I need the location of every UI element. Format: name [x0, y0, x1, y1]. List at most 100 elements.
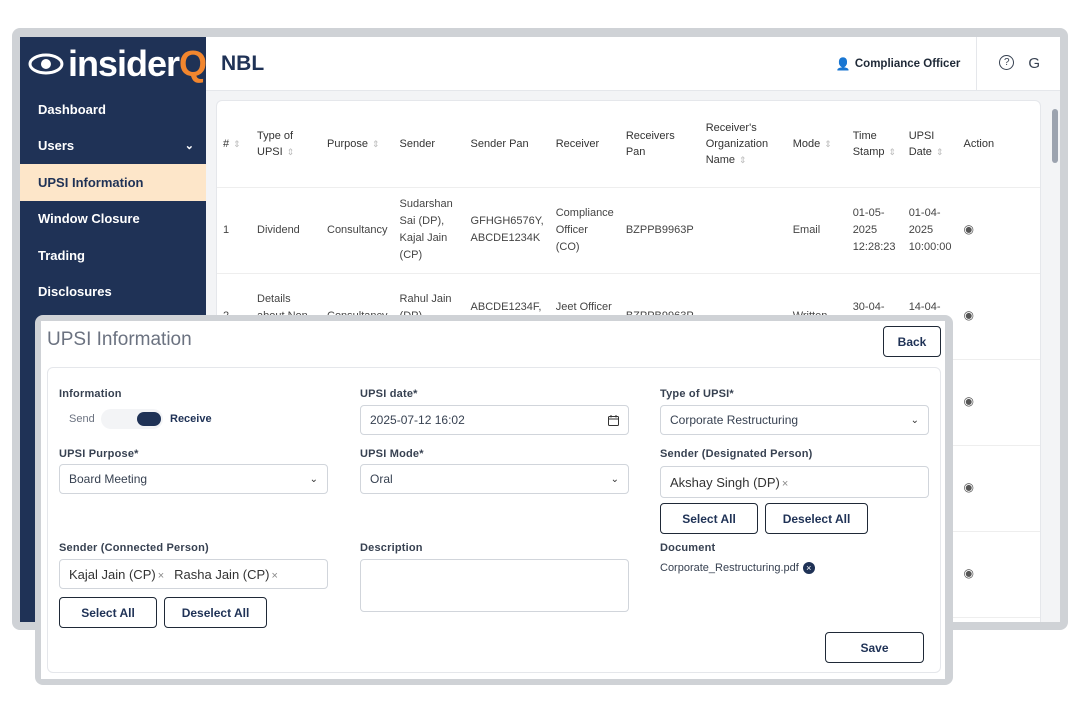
sidebar-item-users[interactable]: Users ⌄: [20, 128, 206, 165]
sender-dp-tag: Akshay Singh (DP) ×: [670, 474, 789, 490]
sidebar-item-label: Window Closure: [38, 211, 140, 227]
sidebar-item-label: Trading: [38, 247, 85, 263]
remove-tag-icon[interactable]: ×: [158, 570, 164, 582]
sender-dp-label: Sender (Designated Person): [660, 448, 813, 460]
sidebar-item-label: Users: [38, 138, 75, 154]
user-icon: 👤: [835, 56, 851, 71]
description-textarea[interactable]: [360, 559, 629, 612]
user-menu[interactable]: 👤 Compliance Officer: [835, 37, 978, 91]
cell-sender: Sudarshan Sai (DP), Kajal Jain (CP): [393, 187, 465, 274]
cell-number: 1: [217, 187, 251, 274]
information-label: Information: [59, 388, 122, 400]
eye-logo-icon: [28, 53, 64, 75]
sidebar-item-upsi-information[interactable]: UPSI Information: [20, 164, 206, 201]
document-label: Document: [660, 542, 716, 554]
deselect-all-cp-button[interactable]: Deselect All: [164, 597, 267, 628]
view-icon[interactable]: ◉: [964, 222, 974, 236]
cell-action: ◉: [957, 187, 1040, 274]
sidebar-item-label: Dashboard: [38, 101, 106, 117]
view-icon[interactable]: ◉: [964, 566, 974, 580]
upsi-date-value: 2025-07-12 16:02: [370, 413, 465, 427]
logo-text: insider: [67, 43, 180, 84]
chevron-down-icon: ⌄: [184, 140, 194, 153]
col-mode[interactable]: Mode ⇕: [786, 101, 847, 188]
description-label: Description: [360, 542, 423, 554]
cell-sender-pan: GFHGH6576Y, ABCDE1234K: [464, 187, 550, 274]
back-button[interactable]: Back: [883, 326, 941, 357]
sender-cp-label: Sender (Connected Person): [59, 542, 209, 554]
cell-time-stamp: 01-05-2025 12:28:23: [846, 187, 903, 274]
logout-icon[interactable]: G: [1028, 55, 1040, 72]
page-title: NBL: [221, 51, 265, 75]
col-sender-pan: Sender Pan: [464, 101, 550, 188]
calendar-icon[interactable]: [608, 414, 619, 426]
sidebar-item-label: UPSI Information: [38, 174, 144, 190]
col-receiver: Receiver: [549, 101, 620, 188]
sidebar-item-dashboard[interactable]: Dashboard: [20, 91, 206, 128]
cell-mode: Email: [786, 187, 847, 274]
chevron-down-icon: ⌄: [610, 473, 619, 485]
chevron-down-icon: ⌄: [309, 473, 318, 485]
cell-action: ◉: [957, 273, 1040, 360]
user-role: Compliance Officer: [854, 57, 961, 70]
type-of-upsi-value: Corporate Restructuring: [670, 413, 799, 427]
toggle-knob: [137, 412, 161, 426]
col-sender: Sender: [393, 101, 465, 188]
sender-dp-multiselect[interactable]: Akshay Singh (DP) ×: [660, 466, 929, 498]
upsi-mode-value: Oral: [370, 472, 393, 486]
sidebar-item-label: Disclosures: [38, 284, 112, 300]
cell-receiver: Compliance Officer (CO): [549, 187, 620, 274]
view-icon[interactable]: ◉: [964, 394, 974, 408]
view-icon[interactable]: ◉: [964, 480, 974, 494]
view-icon[interactable]: ◉: [964, 308, 974, 322]
upsi-purpose-select[interactable]: Board Meeting ⌄: [59, 464, 328, 494]
cell-purpose: Consultancy: [321, 187, 394, 274]
col-action: Action: [957, 101, 1040, 188]
chevron-down-icon: ⌄: [910, 414, 919, 426]
scrollbar[interactable]: [1052, 109, 1058, 163]
upsi-date-input[interactable]: 2025-07-12 16:02: [360, 405, 629, 435]
col-upsi-date[interactable]: UPSI Date ⇕: [902, 101, 958, 188]
select-all-dp-button[interactable]: Select All: [660, 503, 758, 534]
table-row: 1 Dividend Consultancy Sudarshan Sai (DP…: [217, 187, 1040, 274]
save-button[interactable]: Save: [825, 632, 924, 663]
sidebar-item-disclosures[interactable]: Disclosures: [20, 274, 206, 311]
document-item: Corporate_Restructuring.pdf ×: [660, 562, 815, 574]
logo: insider Q: [20, 37, 207, 91]
col-time-stamp[interactable]: Time Stamp ⇕: [846, 101, 903, 188]
remove-tag-icon[interactable]: ×: [272, 570, 278, 582]
modal-title: UPSI Information: [47, 329, 192, 350]
upsi-date-label: UPSI date*: [360, 388, 418, 400]
cell-upsi-date: 01-04-2025 10:00:00: [902, 187, 958, 274]
col-receiver-pan: Receivers Pan: [619, 101, 700, 188]
send-receive-toggle[interactable]: [101, 409, 163, 429]
type-of-upsi-select[interactable]: Corporate Restructuring ⌄: [660, 405, 929, 435]
upsi-purpose-label: UPSI Purpose*: [59, 448, 139, 460]
col-purpose[interactable]: Purpose ⇕: [321, 101, 394, 188]
cell-receiver-pan: BZPPB9963P: [619, 187, 700, 274]
upsi-mode-label: UPSI Mode*: [360, 448, 424, 460]
remove-document-icon[interactable]: ×: [802, 562, 815, 574]
cell-type: Dividend: [251, 187, 321, 274]
type-of-upsi-label: Type of UPSI*: [660, 388, 734, 400]
receive-label: Receive: [170, 413, 212, 425]
col-receiver-org[interactable]: Receiver's Organization Name ⇕: [699, 101, 787, 188]
document-name[interactable]: Corporate_Restructuring.pdf: [660, 562, 799, 574]
remove-tag-icon[interactable]: ×: [782, 478, 788, 490]
sidebar-item-trading[interactable]: Trading: [20, 237, 206, 274]
topbar: NBL 👤 Compliance Officer ? G: [206, 37, 1060, 91]
help-icon[interactable]: ?: [999, 55, 1015, 70]
sidebar-item-window-closure[interactable]: Window Closure: [20, 201, 206, 238]
deselect-all-dp-button[interactable]: Deselect All: [765, 503, 868, 534]
sender-cp-tag: Rasha Jain (CP) ×: [174, 566, 278, 582]
col-number[interactable]: # ⇕: [217, 101, 251, 188]
logo-q: Q: [178, 43, 207, 84]
sender-cp-multiselect[interactable]: Kajal Jain (CP) × Rasha Jain (CP) ×: [59, 559, 328, 589]
col-type[interactable]: Type of UPSI ⇕: [251, 101, 321, 188]
cell-receiver-org: [699, 187, 787, 274]
sender-cp-tag: Kajal Jain (CP) ×: [69, 566, 165, 582]
upsi-mode-select[interactable]: Oral ⌄: [360, 464, 629, 494]
select-all-cp-button[interactable]: Select All: [59, 597, 157, 628]
upsi-information-modal: UPSI Information Back Information Send R…: [41, 321, 945, 679]
upsi-purpose-value: Board Meeting: [69, 472, 148, 486]
